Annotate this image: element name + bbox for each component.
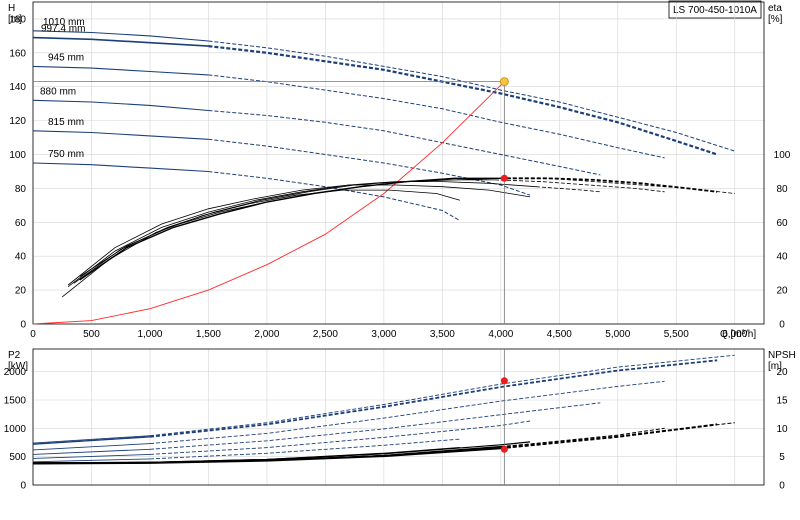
bottom-y-right-tick-label: 15: [776, 396, 788, 407]
top-x-tick-label: 6,000: [722, 329, 747, 340]
top-x-tick-labels: 0 500 1,000 1,500 2,000 2,500 3,000 3,500 4,000 4…: [30, 329, 747, 340]
curve-eta: [61, 189, 461, 298]
bottom-y-right-tick-label: 5: [779, 452, 785, 463]
top-y-left-tick-label: 80: [15, 184, 27, 195]
top-x-tick-label: 5,000: [605, 329, 630, 340]
top-grid: [32, 2, 764, 325]
curve-npsh-dashed: [500, 437, 601, 447]
top-x-tick-label: 0: [30, 329, 36, 340]
head-curve-label: 880 mm: [40, 86, 76, 97]
model-label: LS 700-450-1010A: [673, 5, 757, 16]
bottom-y-left-tick-label: 1500: [4, 396, 27, 407]
top-y-right-tick-label: 100: [774, 150, 791, 161]
top-y-left-tick-label: 0: [20, 320, 26, 331]
curve-eta: [79, 177, 501, 277]
top-x-tick-label: 2,500: [313, 329, 338, 340]
head-curve-label: 945 mm: [48, 52, 84, 63]
duty-point-marker: [499, 77, 509, 87]
bottom-grid: [32, 349, 764, 486]
top-y-left-tick-label: 120: [9, 116, 26, 127]
model-label-box: LS 700-450-1010A: [668, 0, 762, 19]
top-y-left-tick-labels: 0 20 40 60 80 100 120 140 160 180: [9, 14, 26, 330]
bottom-y-left-tick-label: 1000: [4, 424, 27, 435]
top-y-left-label-line1: H: [8, 3, 15, 14]
top-y-left-tick-label: 160: [9, 48, 26, 59]
curve-power-dashed: [149, 438, 460, 460]
top-x-tick-label: 4,500: [547, 329, 572, 340]
top-x-tick-label: 500: [83, 329, 100, 340]
top-y-right-tick-label: 20: [776, 286, 788, 297]
duty-npsh-marker: [500, 445, 508, 453]
top-y-left-tick-label: 140: [9, 82, 26, 93]
system-curve: [32, 81, 505, 325]
curve-eta: [67, 184, 531, 286]
top-x-tick-label: 1,500: [196, 329, 221, 340]
bottom-y-left-label-line1: P2: [8, 350, 21, 361]
curve-eta-dashed: [500, 177, 718, 193]
top-y-left-tick-label: 180: [9, 14, 26, 25]
curve-head: [32, 130, 209, 140]
duty-p2-marker: [500, 377, 508, 385]
curve-head: [32, 99, 209, 112]
top-y-left-tick-label: 20: [15, 286, 27, 297]
head-curve-label: 815 mm: [48, 117, 84, 128]
top-plot: H [m] eta [%] Q [m³/h] 0 500 1,000 1,500 2,0…: [8, 1, 791, 340]
top-y-right-label-line1: eta: [768, 3, 782, 14]
top-y-left-tick-label: 60: [15, 218, 27, 229]
pump-performance-chart: LS 700-450-1010A H [m] eta [%] Q [m³/h] …: [4, 0, 796, 492]
curve-power-dashed: [149, 402, 601, 450]
top-x-tick-label: 1,000: [137, 329, 162, 340]
top-y-right-tick-label: 40: [776, 252, 788, 263]
bottom-y-right-tick-label: 20: [776, 367, 788, 378]
bottom-y-left-tick-labels: 0 500 1000 1500 2000: [4, 367, 27, 491]
duty-eta-marker: [500, 174, 508, 182]
bottom-y-left-tick-label: 0: [20, 481, 26, 492]
bottom-duty-points: [500, 349, 508, 485]
head-curve-label: 750 mm: [48, 149, 84, 160]
curve-head: [32, 65, 209, 76]
bottom-y-left-tick-label: 500: [9, 452, 26, 463]
bottom-y-right-tick-label: 0: [779, 481, 785, 492]
top-x-tick-label: 2,000: [254, 329, 279, 340]
head-curve-label: 997.4 mm: [41, 24, 85, 35]
top-y-right-label-line2: [%]: [768, 14, 783, 25]
curve-power-dashed: [149, 380, 665, 445]
top-plot-frame: [32, 1, 765, 325]
bottom-y-right-label-line1: NPSH: [768, 350, 796, 361]
top-y-right-tick-label: 80: [776, 184, 788, 195]
curve-head-dashed: [208, 45, 718, 156]
top-y-left-tick-label: 100: [9, 150, 26, 161]
bottom-plot-frame: [32, 348, 765, 486]
bottom-plot: P2 [kW] NPSH [m] 0500100015002000 051015…: [4, 348, 796, 492]
top-y-right-tick-label: 60: [776, 218, 788, 229]
top-x-tick-label: 3,000: [371, 329, 396, 340]
bottom-y-right-tick-label: 10: [776, 424, 788, 435]
top-x-tick-label: 3,500: [430, 329, 455, 340]
bottom-y-right-tick-labels: 0 5 10 15 20: [776, 367, 788, 491]
curve-eta-dashed: [535, 186, 601, 193]
bottom-y-left-tick-label: 2000: [4, 367, 27, 378]
curve-head-dashed: [208, 171, 461, 222]
top-y-left-tick-label: 40: [15, 252, 27, 263]
top-x-tick-label: 5,500: [664, 329, 689, 340]
curve-eta: [73, 179, 495, 284]
curve-head-dashed: [208, 138, 531, 196]
curve-eta: [67, 181, 536, 288]
top-y-right-tick-labels: 0 20 40 60 80 100: [774, 150, 791, 330]
curve-head: [32, 162, 209, 173]
top-x-tick-label: 4,000: [488, 329, 513, 340]
top-y-right-tick-label: 0: [779, 320, 785, 331]
